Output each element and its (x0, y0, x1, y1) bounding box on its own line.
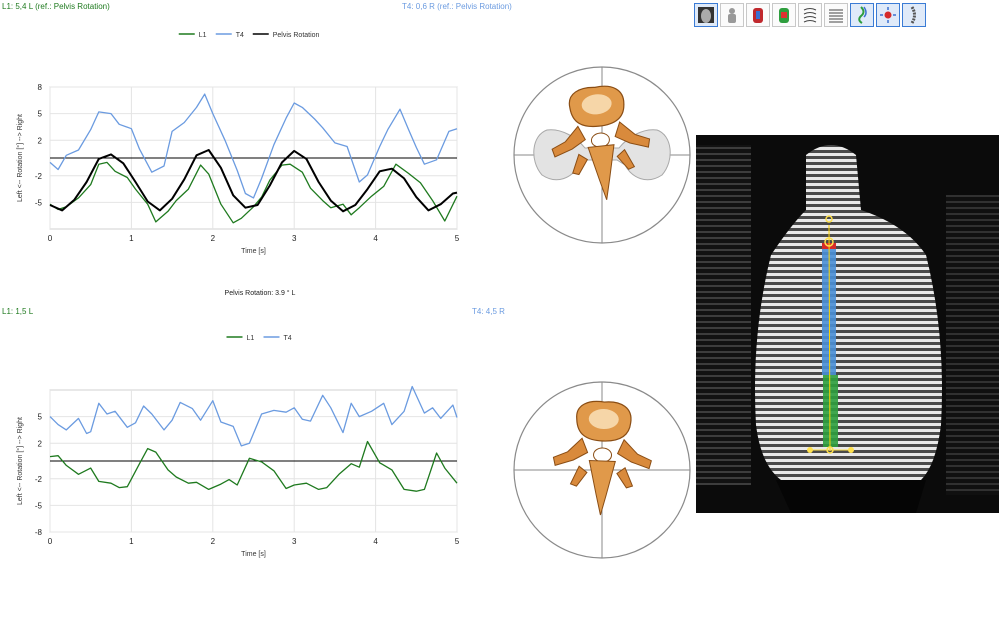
dimple-left-marker (807, 447, 813, 453)
vertebra-view-bottom (513, 381, 691, 559)
x-axis-label: Time [s] (241, 551, 266, 558)
x-tick-label: 4 (373, 234, 378, 243)
spine-curve-button[interactable] (850, 3, 874, 27)
bottom-l1-header: L1: 1,5 L (2, 307, 34, 316)
legend-label: L1 (199, 32, 207, 39)
top-t4-header: T4: 0,6 R (ref.: Pelvis Rotation) (402, 2, 512, 11)
legend-label: T4 (236, 32, 244, 39)
y-axis-label: Left <-- Rotation [°] --> Right (16, 114, 24, 202)
y-tick-label: 5 (38, 413, 43, 422)
rotation-chart-bottom: 0 1 2 3 4 5 5 2 -2 -5 -8 Time [s] Left <-- Rotation … (16, 335, 460, 558)
spine-markers (822, 224, 838, 452)
legend-label: Pelvis Rotation (273, 32, 320, 39)
y-tick-label: -2 (35, 475, 43, 484)
x-tick-label: 2 (211, 537, 216, 546)
posture-button[interactable] (720, 3, 744, 27)
x-tick-label: 2 (211, 234, 216, 243)
y-tick-label: -2 (35, 172, 43, 181)
view-toolbar (694, 3, 926, 27)
series-line-l1 (49, 440, 458, 492)
contour-button[interactable] (798, 3, 822, 27)
x-tick-label: 1 (129, 234, 134, 243)
color-map-button[interactable] (746, 3, 770, 27)
vertebra-column-icon (910, 6, 916, 24)
lines-icon (829, 9, 843, 23)
target-icon (880, 7, 896, 23)
y-axis-label: Left <-- Rotation [°] --> Right (16, 417, 24, 505)
legend-label: T4 (284, 335, 292, 342)
contour-icon (803, 8, 817, 23)
x-tick-label: 5 (455, 234, 460, 243)
pelvis-rotation-label: Pelvis Rotation: 3.9 ° L (224, 290, 296, 297)
posture-icon (728, 8, 736, 23)
back-view-icon (698, 7, 714, 23)
vertebra-column-button[interactable] (902, 3, 926, 27)
surface-map-button[interactable] (772, 3, 796, 27)
x-tick-label: 3 (292, 234, 297, 243)
surface-map-icon (779, 8, 789, 23)
y-tick-label: -5 (35, 198, 43, 207)
bottom-t4-header: T4: 4,5 R (472, 307, 505, 316)
back-scan-image (696, 135, 999, 513)
top-l1-header: L1: 5,4 L (ref.: Pelvis Rotation) (2, 2, 110, 11)
y-tick-label: -5 (35, 501, 43, 510)
target-button[interactable] (876, 3, 900, 27)
x-tick-label: 1 (129, 537, 134, 546)
x-axis-label: Time [s] (241, 248, 266, 255)
y-tick-label: 2 (38, 136, 43, 145)
x-tick-label: 4 (373, 537, 378, 546)
y-tick-label: 8 (38, 83, 43, 92)
dimple-right-marker (848, 447, 854, 453)
y-tick-label: 2 (38, 439, 43, 448)
x-tick-label: 3 (292, 537, 297, 546)
y-tick-label: 5 (38, 110, 43, 119)
x-tick-label: 0 (48, 537, 53, 546)
rotation-chart-top: 0 1 2 3 4 5 8 5 2 -2 -5 Time [s] Left <-- Rotation [… (16, 32, 460, 255)
back-view-button[interactable] (694, 3, 718, 27)
x-tick-label: 5 (455, 537, 460, 546)
back-scan-svg (696, 135, 999, 513)
x-tick-label: 0 (48, 234, 53, 243)
color-map-icon (753, 8, 763, 23)
legend-label: L1 (247, 335, 255, 342)
lines-button[interactable] (824, 3, 848, 27)
series-line-t4 (49, 93, 458, 199)
y-tick-label: -8 (35, 528, 43, 537)
vertebra-view-top (513, 66, 691, 244)
spine-curve-icon (858, 6, 867, 24)
